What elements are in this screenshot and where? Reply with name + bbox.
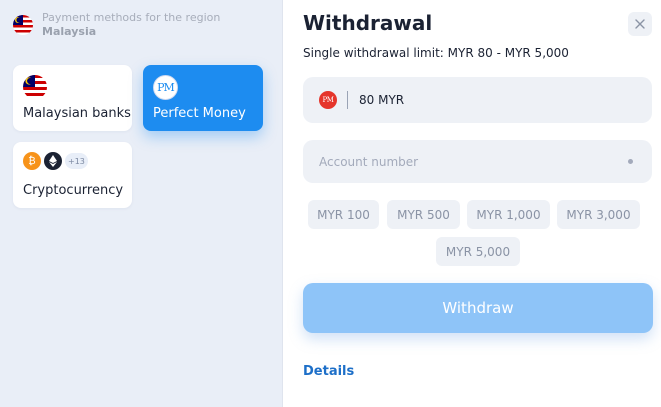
region-header: Payment methods for the region Malaysia [13, 11, 220, 39]
quick-amount-chip[interactable]: MYR 100 [308, 200, 379, 229]
perfect-money-icon: PM [319, 91, 337, 109]
quick-amount-chip[interactable]: MYR 500 [387, 200, 460, 229]
method-label: Perfect Money [153, 106, 246, 121]
method-label: Cryptocurrency [23, 183, 124, 198]
withdraw-button[interactable]: Withdraw [303, 283, 653, 333]
crypto-icons: ₿ +13 [23, 152, 88, 170]
page-title: Withdrawal [303, 11, 433, 35]
ethereum-icon [44, 152, 62, 170]
details-link[interactable]: Details [303, 364, 354, 379]
account-number-input[interactable] [319, 154, 628, 169]
more-coins-badge: +13 [65, 153, 88, 169]
withdrawal-limit: Single withdrawal limit: MYR 80 - MYR 5,… [303, 46, 569, 60]
region-name: Malaysia [42, 25, 97, 38]
method-card-malaysian-banks[interactable]: Malaysian banks [13, 65, 132, 131]
amount-value: 80 MYR [359, 93, 405, 107]
withdrawal-form: Withdrawal Single withdrawal limit: MYR … [283, 0, 661, 407]
close-button[interactable] [628, 12, 652, 36]
quick-amount-chip[interactable]: MYR 5,000 [436, 237, 520, 266]
method-card-perfect-money[interactable]: PM Perfect Money [143, 65, 263, 131]
withdrawal-screen: Payment methods for the region Malaysia [0, 0, 661, 407]
method-card-cryptocurrency[interactable]: ₿ +13 Cryptocurrency [13, 142, 132, 208]
field-divider [347, 91, 348, 109]
limit-label: Single withdrawal limit: [303, 46, 444, 60]
malaysia-flag-icon [13, 15, 33, 35]
limit-value: MYR 80 - MYR 5,000 [447, 46, 569, 60]
malaysia-flag-icon [23, 75, 47, 99]
quick-amount-chip[interactable]: MYR 1,000 [467, 200, 550, 229]
bitcoin-icon: ₿ [23, 152, 41, 170]
method-label: Malaysian banks [23, 106, 131, 121]
required-dot-icon [628, 159, 633, 164]
close-icon [635, 19, 645, 29]
quick-amount-chip[interactable]: MYR 3,000 [557, 200, 640, 229]
amount-field[interactable]: PM 80 MYR [303, 77, 652, 123]
region-caption: Payment methods for the region [42, 11, 221, 24]
payment-methods-panel: Payment methods for the region Malaysia [0, 0, 283, 407]
perfect-money-icon: PM [153, 75, 178, 100]
account-number-field[interactable] [303, 140, 652, 183]
